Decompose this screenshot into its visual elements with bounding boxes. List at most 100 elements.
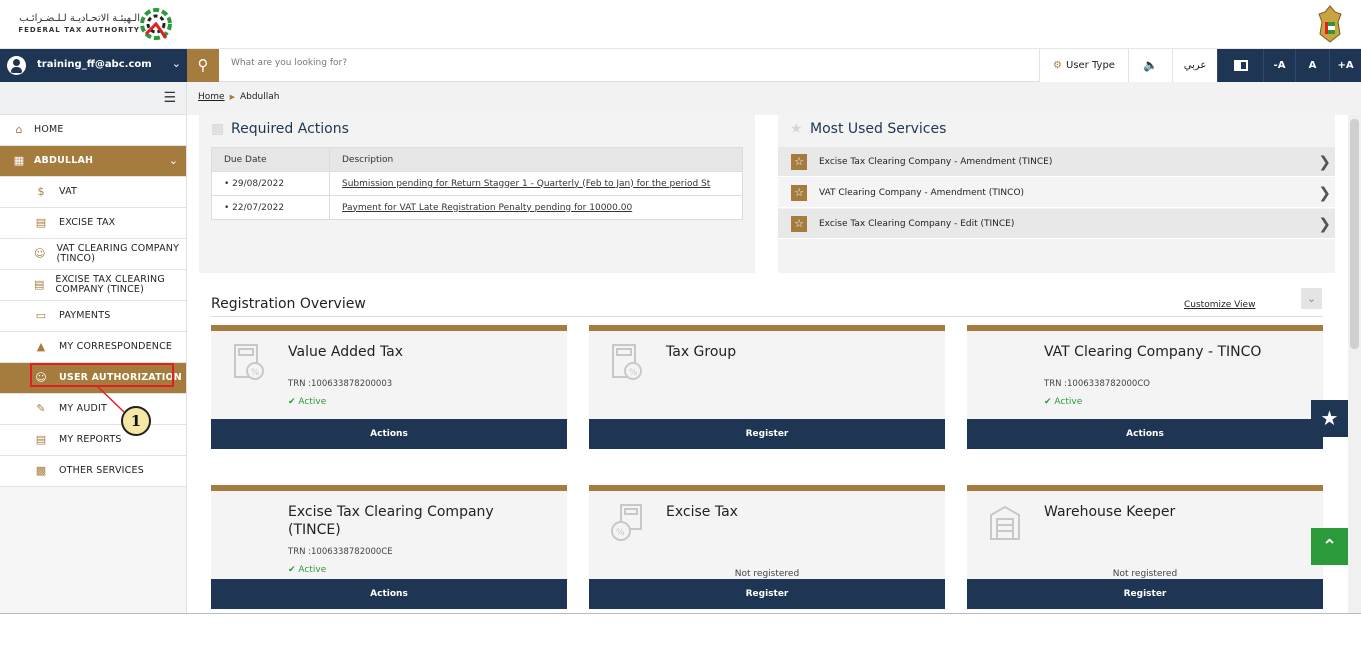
user-type-label: User Type — [1066, 60, 1115, 71]
sidebar-item-label: EXCISE TAX — [59, 217, 116, 228]
most-used-title: Most Used Services — [810, 121, 947, 137]
font-reset-button[interactable]: A — [1295, 49, 1329, 82]
trn-number: TRN :1006338782000CO — [1044, 379, 1150, 389]
logo-english: FEDERAL TAX AUTHORITY — [18, 26, 140, 34]
sidebar-item-label: MY REPORTS — [59, 434, 122, 445]
card-title: Value Added Tax — [288, 344, 404, 360]
audit-icon: ✎ — [36, 402, 46, 415]
actions-button[interactable]: Actions — [967, 419, 1323, 449]
sidebar-item-label: OTHER SERVICES — [59, 465, 144, 476]
actions-button[interactable]: Actions — [211, 579, 567, 609]
breadcrumb-home-link[interactable]: Home — [198, 92, 225, 102]
chevron-right-icon[interactable]: ❯ — [1318, 215, 1331, 233]
user-menu[interactable]: training_ff@abc.com ⌄ — [0, 49, 187, 82]
sidebar-item-home[interactable]: ⌂ HOME — [0, 115, 186, 146]
sidebar-item-label: MY CORRESPONDENCE — [59, 341, 173, 352]
scroll-to-top-button[interactable]: ⌃ — [1311, 528, 1348, 565]
font-decrease-button[interactable]: -A — [1263, 49, 1295, 82]
register-button[interactable]: Register — [967, 579, 1323, 609]
customize-view-link[interactable]: Customize View — [1184, 300, 1255, 310]
tax-group-card: % Tax Group Register — [589, 325, 945, 449]
gear-icon: ⚙ — [1053, 60, 1062, 71]
sidebar-item-other-services[interactable]: ▩ OTHER SERVICES — [0, 456, 186, 487]
vat-icon: $ — [37, 185, 45, 198]
collapse-chevron-icon[interactable]: ⌄ — [1301, 288, 1322, 309]
svg-text:%: % — [251, 368, 260, 378]
action-link[interactable]: Submission pending for Return Stagger 1 … — [329, 171, 743, 196]
fta-logo-icon[interactable] — [140, 4, 172, 44]
sidebar-item-my-audit[interactable]: ✎ MY AUDIT — [0, 394, 186, 425]
status-label: Not registered — [734, 569, 800, 579]
sidebar-item-excise-clearing[interactable]: ▤ EXCISE TAX CLEARING COMPANY (TINCE) — [0, 270, 186, 301]
breadcrumb-arrow-icon: ▶ — [229, 93, 235, 101]
chevron-right-icon[interactable]: ❯ — [1318, 153, 1331, 171]
scrollbar-thumb[interactable] — [1350, 119, 1359, 349]
sidebar-item-user-authorization[interactable]: ☺ USER AUTHORIZATION — [0, 363, 186, 394]
star-icon: ☆ — [791, 215, 807, 232]
report-icon: ▤ — [35, 433, 47, 446]
register-button[interactable]: Register — [589, 579, 945, 609]
star-icon: ☆ — [791, 184, 807, 201]
user-email: training_ff@abc.com — [37, 59, 152, 70]
sidebar-item-abdullah[interactable]: ▦ ABDULLAH ⌄ — [0, 146, 186, 177]
vertical-scrollbar[interactable] — [1348, 115, 1361, 613]
contrast-button[interactable] — [1217, 49, 1263, 82]
chevron-down-icon: ⌄ — [168, 154, 178, 167]
star-icon: ★ — [790, 121, 803, 137]
language-button[interactable]: عربي — [1172, 49, 1217, 82]
divider — [211, 316, 1323, 317]
home-icon: ⌂ — [15, 123, 23, 136]
service-item[interactable]: ☆ Excise Tax Clearing Company - Edit (TI… — [778, 209, 1335, 239]
register-button[interactable]: Register — [589, 419, 945, 449]
service-item[interactable]: ☆ VAT Clearing Company - Amendment (TINC… — [778, 178, 1335, 208]
user-type-button[interactable]: ⚙ User Type — [1039, 49, 1128, 82]
check-circle-icon: ✔︎ — [288, 565, 296, 575]
card-title: Excise Tax — [666, 504, 738, 520]
sidebar-item-label: ABDULLAH — [34, 155, 94, 166]
check-circle-icon: ✔︎ — [1044, 397, 1052, 407]
contrast-icon — [1233, 59, 1248, 71]
sidebar: ☰ ⌂ HOME ▦ ABDULLAH ⌄ $ VAT ▤ EXCISE TAX… — [0, 82, 187, 613]
sidebar-item-payments[interactable]: ▭ PAYMENTS — [0, 301, 186, 332]
service-label: VAT Clearing Company - Amendment (TINCO) — [819, 187, 1025, 198]
sidebar-item-excise-tax[interactable]: ▤ EXCISE TAX — [0, 208, 186, 239]
font-increase-button[interactable]: +A — [1329, 49, 1361, 82]
actions-button[interactable]: Actions — [211, 419, 567, 449]
sidebar-item-my-reports[interactable]: ▤ MY REPORTS — [0, 425, 186, 456]
sidebar-item-label: MY AUDIT — [59, 403, 107, 414]
excise-clearing-card: Excise Tax Clearing Company (TINCE) TRN … — [211, 485, 567, 609]
clipboard-icon: ▩ — [211, 121, 225, 137]
user-icon: ☺ — [34, 247, 46, 260]
calculator-icon: % — [234, 344, 264, 380]
due-date: • 22/07/2022 — [211, 195, 330, 220]
sidebar-item-correspondence[interactable]: ▲ MY CORRESPONDENCE — [0, 332, 186, 363]
status-badge: ✔︎ Active — [1044, 397, 1082, 407]
vat-clearing-card: VAT Clearing Company - TINCO TRN :100633… — [967, 325, 1323, 449]
search-input[interactable] — [231, 58, 831, 68]
card-title: VAT Clearing Company - TINCO — [1044, 344, 1262, 360]
status-badge: ✔︎ Active — [288, 565, 326, 575]
breadcrumb-current: Abdullah — [239, 92, 280, 102]
app-frame: الـهيئـة الاتحـاديـة لـلـضـرائـب FEDERAL… — [0, 0, 1361, 614]
chevron-right-icon[interactable]: ❯ — [1318, 184, 1331, 202]
registration-overview-title: Registration Overview — [211, 296, 366, 312]
search-icon[interactable]: ⚲ — [187, 49, 219, 82]
column-header: Due Date — [211, 147, 330, 172]
user-avatar-icon — [7, 56, 26, 75]
service-label: Excise Tax Clearing Company - Edit (TINC… — [819, 218, 1015, 229]
sidebar-item-label: PAYMENTS — [59, 310, 111, 321]
user-key-icon: ☺ — [35, 371, 47, 384]
card-title: Warehouse Keeper — [1044, 504, 1176, 520]
sidebar-item-vat[interactable]: $ VAT — [0, 177, 186, 208]
sidebar-item-vat-clearing[interactable]: ☺ VAT CLEARING COMPANY (TINCO) — [0, 239, 186, 270]
favorites-star-button[interactable]: ★ — [1311, 400, 1348, 437]
clipboard-icon: ▩ — [35, 464, 47, 477]
service-item[interactable]: ☆ Excise Tax Clearing Company - Amendmen… — [778, 147, 1335, 177]
logo-arabic: الـهيئـة الاتحـاديـة لـلـضـرائـب — [19, 13, 140, 24]
audio-button[interactable]: 🔈 — [1128, 49, 1172, 82]
table-row: • 22/07/2022 Payment for VAT Late Regist… — [211, 195, 743, 220]
callout-number-badge: 1 — [121, 406, 151, 436]
chevron-down-icon[interactable]: ⌄ — [172, 57, 181, 70]
hamburger-menu-icon[interactable]: ☰ — [0, 82, 186, 115]
action-link[interactable]: Payment for VAT Late Registration Penalt… — [329, 195, 743, 220]
